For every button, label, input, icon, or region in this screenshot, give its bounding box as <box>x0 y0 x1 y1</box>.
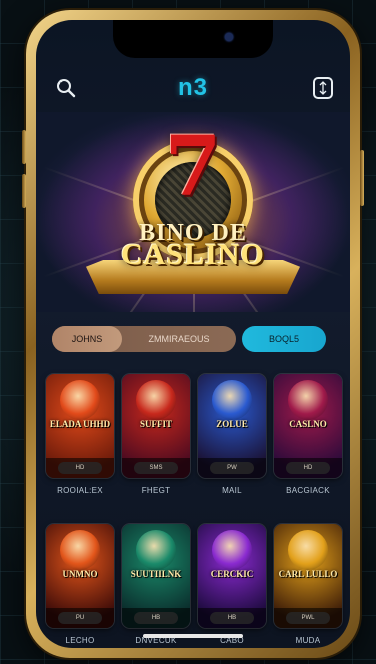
hero-title-line2: CASLINO <box>121 238 265 271</box>
tab-group: JOHNS ZMMIRAEOUS <box>52 326 236 352</box>
game-badge: HB <box>210 612 254 624</box>
game-badge: HD <box>286 462 330 474</box>
camera <box>225 33 233 41</box>
game-badge: PWL <box>286 612 330 624</box>
game-badge: PU <box>58 612 102 624</box>
app-screen: n3 7 BINO DE CASLINO JOHNS ZMMIRAEOUS BO… <box>36 20 350 648</box>
game-card[interactable]: CARL LULLO PWL <box>274 524 342 628</box>
game-title: UNMNO <box>62 569 98 579</box>
game-card[interactable]: CASLNO HD <box>274 374 342 478</box>
game-card[interactable]: SUFFIT SMS <box>122 374 190 478</box>
game-title: ZOLUE <box>216 419 248 429</box>
game-label[interactable]: LECHO <box>37 636 123 645</box>
tab-zmmiraeous[interactable]: ZMMIRAEOUS <box>122 326 236 352</box>
game-artwork <box>60 530 100 570</box>
game-badge: HB <box>134 612 178 624</box>
tab-boql5[interactable]: BOQL5 <box>242 326 326 352</box>
lucky-seven: 7 <box>164 119 222 215</box>
phone-frame: n3 7 BINO DE CASLINO JOHNS ZMMIRAEOUS BO… <box>22 10 364 658</box>
game-title: CASLNO <box>289 419 327 429</box>
game-card[interactable]: ELADA UHHD HD <box>46 374 114 478</box>
game-label[interactable]: MUDA <box>265 636 350 645</box>
notch <box>113 20 273 58</box>
tab-johns[interactable]: JOHNS <box>52 326 122 352</box>
power-button <box>360 150 364 206</box>
game-badge: PW <box>210 462 254 474</box>
game-artwork <box>288 530 328 570</box>
game-label[interactable]: FHEGT <box>113 486 199 495</box>
game-artwork <box>136 530 176 570</box>
game-title: SUUTIILNK <box>130 569 182 579</box>
game-card[interactable]: UNMNO PU <box>46 524 114 628</box>
game-title: CERCKIC <box>210 569 254 579</box>
top-bar: n3 <box>36 74 350 104</box>
volume-down-button <box>22 174 26 208</box>
game-card[interactable]: SUUTIILNK HB <box>122 524 190 628</box>
game-label[interactable]: BACGIACK <box>265 486 350 495</box>
game-card[interactable]: ZOLUE PW <box>198 374 266 478</box>
volume-up-button <box>22 130 26 164</box>
game-artwork <box>212 530 252 570</box>
game-badge: HD <box>58 462 102 474</box>
game-title: CARL LULLO <box>278 569 338 579</box>
game-artwork <box>60 380 100 420</box>
brand-logo: n3 <box>177 74 208 101</box>
home-indicator[interactable] <box>143 634 243 638</box>
game-artwork <box>212 380 252 420</box>
game-title: ELADA UHHD <box>49 419 111 429</box>
category-tabs: JOHNS ZMMIRAEOUS BOQL5 <box>36 326 350 352</box>
game-badge: SMS <box>134 462 178 474</box>
game-card[interactable]: CERCKIC HB <box>198 524 266 628</box>
game-title: SUFFIT <box>139 419 172 429</box>
game-artwork <box>288 380 328 420</box>
game-label[interactable]: MAIL <box>189 486 275 495</box>
wallet-icon[interactable] <box>312 76 334 100</box>
hero-banner[interactable]: 7 BINO DE CASLINO <box>36 112 350 312</box>
game-artwork <box>136 380 176 420</box>
game-label[interactable]: ROOIAL:EX <box>37 486 123 495</box>
